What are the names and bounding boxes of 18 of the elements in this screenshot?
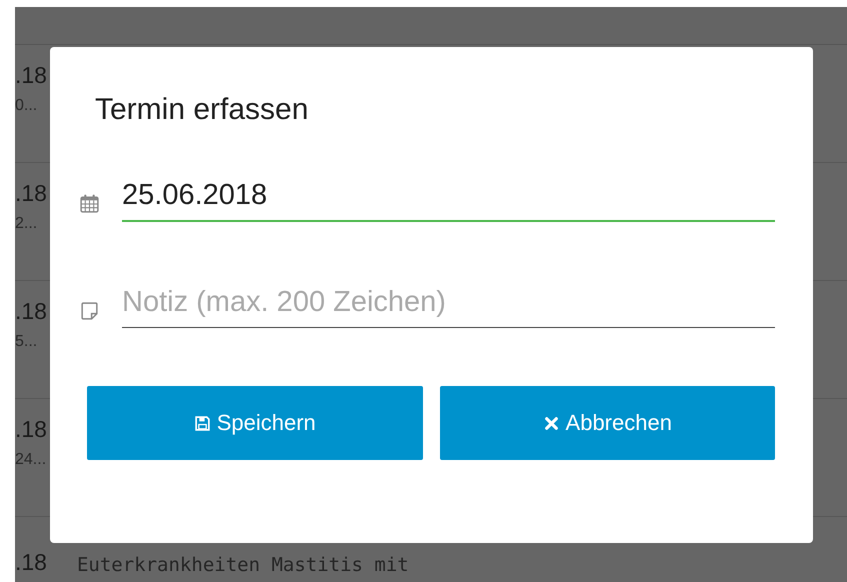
row-date: .18 <box>15 61 47 89</box>
date-input[interactable]: 25.06.2018 <box>122 177 775 222</box>
row-date: .18 <box>15 548 47 576</box>
dialog-title: Termin erfassen <box>95 92 310 128</box>
row-note: 0... <box>15 97 38 115</box>
row-date: .18 <box>15 297 47 325</box>
save-button[interactable]: Speichern <box>87 386 422 460</box>
note-input[interactable]: Notiz (max. 200 Zeichen) <box>122 284 775 328</box>
row-note: 2... <box>15 215 38 233</box>
row-note: Euterkrankheiten Mastitis mit <box>76 554 409 576</box>
row-date: .18 <box>15 415 47 443</box>
cancel-button[interactable]: Abbrechen <box>440 386 775 460</box>
calendar-icon <box>79 193 100 214</box>
close-icon <box>542 414 560 432</box>
row-note: 5... <box>15 333 38 351</box>
row-date: .18 <box>15 179 47 207</box>
row-note: 24... <box>15 451 46 469</box>
sticky-note-icon <box>79 300 100 320</box>
